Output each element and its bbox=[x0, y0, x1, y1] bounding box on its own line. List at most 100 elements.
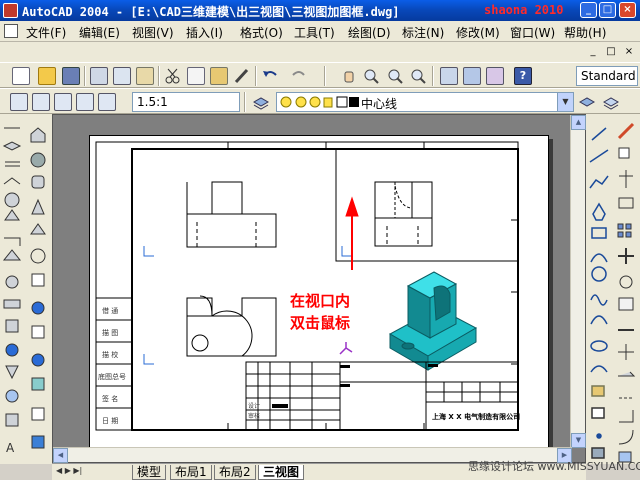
tool-palettes-icon[interactable] bbox=[486, 67, 504, 85]
vertical-scrollbar[interactable]: ▲ ▼ bbox=[570, 115, 586, 448]
menu-file[interactable]: 文件(F) bbox=[26, 24, 66, 41]
save-icon[interactable] bbox=[62, 67, 80, 85]
sphere-icon bbox=[5, 275, 19, 289]
object-viewport-icon[interactable] bbox=[76, 93, 94, 111]
wedge-icon bbox=[2, 249, 22, 261]
window-title: AutoCAD 2004 - [E:\CAD三维建模\出三视图\三视图加图框.d… bbox=[22, 5, 400, 19]
section-icon bbox=[5, 389, 19, 403]
drawing-svg: 借 通 描 图 描 校 底图总号 签 名 日 期 在视口内 双击鼠标 设计 审核… bbox=[95, 141, 520, 431]
polyline-icon bbox=[3, 177, 21, 185]
doc-restore-button[interactable]: □ bbox=[604, 45, 618, 59]
draw-point-icon bbox=[596, 433, 602, 439]
revolve-icon bbox=[5, 343, 19, 357]
single-viewport-icon[interactable] bbox=[32, 93, 50, 111]
annotation-line-2: 双击鼠标 bbox=[290, 314, 350, 332]
copy-object-icon bbox=[618, 147, 630, 159]
title-block-review-label: 审核 bbox=[248, 412, 260, 420]
menu-modify[interactable]: 修改(M) bbox=[456, 24, 500, 41]
viewport-icon[interactable] bbox=[10, 93, 28, 111]
slice-icon bbox=[5, 365, 19, 380]
model-ucs-icon bbox=[339, 342, 353, 355]
scroll-down-icon[interactable]: ▼ bbox=[571, 433, 586, 448]
properties-icon[interactable] bbox=[440, 67, 458, 85]
paste-icon[interactable] bbox=[210, 67, 228, 85]
extrude-icon bbox=[5, 319, 19, 333]
text-icon: A bbox=[6, 441, 15, 455]
left-toolbar-solids: A bbox=[0, 114, 26, 464]
document-icon[interactable] bbox=[4, 24, 18, 38]
draw-polyline-icon bbox=[589, 175, 609, 189]
menu-edit[interactable]: 编辑(E) bbox=[79, 24, 120, 41]
scale-icon bbox=[618, 297, 634, 311]
doc-close-button[interactable]: × bbox=[622, 45, 636, 59]
watermark-text: shaona 2010 bbox=[484, 3, 564, 17]
menu-insert[interactable]: 插入(I) bbox=[186, 24, 223, 41]
layer-manager-icon[interactable] bbox=[252, 93, 270, 111]
shell-icon bbox=[31, 435, 45, 449]
tab-model[interactable]: 模型 bbox=[132, 465, 167, 480]
make-block-icon bbox=[591, 407, 605, 419]
left-toolbar-draw bbox=[26, 114, 52, 464]
document-control-strip: _ □ × bbox=[0, 42, 640, 62]
open-icon[interactable] bbox=[38, 67, 56, 85]
match-properties-icon[interactable] bbox=[233, 67, 251, 85]
text-style-combo[interactable]: Standard bbox=[576, 66, 638, 86]
close-button[interactable]: × bbox=[619, 2, 636, 18]
zoom-realtime-icon[interactable] bbox=[362, 67, 380, 85]
print-preview-icon[interactable] bbox=[113, 67, 131, 85]
right-toolbar-modify bbox=[613, 114, 640, 464]
viewport-scale-value: 1.5:1 bbox=[137, 95, 168, 109]
side-label-3: 描 校 bbox=[102, 350, 118, 359]
minimize-button[interactable]: _ bbox=[580, 2, 597, 18]
draw-spline-icon bbox=[590, 315, 608, 325]
company-name: 上海 X X 电气制造有限公司 bbox=[432, 412, 520, 421]
menu-draw[interactable]: 绘图(D) bbox=[348, 24, 391, 41]
construction-line-icon bbox=[5, 161, 20, 167]
publish-icon[interactable] bbox=[136, 67, 154, 85]
autocad-app-icon[interactable] bbox=[3, 3, 18, 18]
front-view bbox=[186, 181, 277, 248]
menu-help[interactable]: 帮助(H) bbox=[564, 24, 606, 41]
menu-tools[interactable]: 工具(T) bbox=[294, 24, 335, 41]
box-solid-icon bbox=[30, 127, 46, 143]
clip-viewport-icon[interactable] bbox=[98, 93, 116, 111]
interfere-icon bbox=[5, 413, 19, 427]
tab-layout2[interactable]: 布局2 bbox=[214, 465, 256, 480]
extend-icon bbox=[618, 371, 636, 377]
side-label-5: 签 名 bbox=[102, 394, 118, 403]
menu-format[interactable]: 格式(O) bbox=[240, 24, 283, 41]
drawing-canvas[interactable]: 借 通 描 图 描 校 底图总号 签 名 日 期 在视口内 双击鼠标 设计 审核… bbox=[52, 114, 586, 463]
circle-icon bbox=[4, 192, 20, 208]
scroll-left-icon[interactable]: ◀ bbox=[53, 448, 68, 463]
maximize-button[interactable]: □ bbox=[599, 2, 616, 18]
undo-icon[interactable] bbox=[261, 67, 279, 85]
tab-layout1[interactable]: 布局1 bbox=[170, 465, 212, 480]
layer-previous-icon[interactable] bbox=[602, 93, 620, 111]
menu-dimension[interactable]: 标注(N) bbox=[402, 24, 444, 41]
draw-polygon-icon bbox=[592, 202, 606, 221]
cut-icon[interactable] bbox=[164, 67, 182, 85]
help-icon[interactable]: ? bbox=[514, 67, 532, 85]
toolbar-separator bbox=[432, 66, 434, 86]
draw-ray-icon bbox=[589, 149, 609, 163]
chevron-down-icon[interactable]: ▼ bbox=[557, 93, 573, 111]
redo-icon[interactable] bbox=[290, 67, 308, 85]
viewport-scale-combo[interactable]: 1.5:1 bbox=[132, 92, 240, 112]
zoom-previous-icon[interactable] bbox=[409, 67, 427, 85]
menu-view[interactable]: 视图(V) bbox=[132, 24, 174, 41]
zoom-window-icon[interactable] bbox=[386, 67, 404, 85]
polygon-viewport-icon[interactable] bbox=[54, 93, 72, 111]
tab-three-view[interactable]: 三视图 bbox=[258, 465, 305, 480]
new-icon[interactable] bbox=[12, 67, 30, 85]
layer-name: 中心线 bbox=[361, 97, 398, 111]
tab-nav-arrows[interactable]: ◀ ▶ ▶| bbox=[56, 466, 82, 475]
pan-icon[interactable] bbox=[340, 67, 358, 85]
scroll-up-icon[interactable]: ▲ bbox=[571, 115, 586, 130]
doc-minimize-button[interactable]: _ bbox=[586, 45, 600, 59]
make-layer-current-icon[interactable] bbox=[578, 93, 596, 111]
print-icon[interactable] bbox=[90, 67, 108, 85]
layer-combo[interactable]: 中心线 ▼ bbox=[276, 92, 574, 112]
menu-window[interactable]: 窗口(W) bbox=[510, 24, 555, 41]
copy-icon[interactable] bbox=[187, 67, 205, 85]
design-center-icon[interactable] bbox=[463, 67, 481, 85]
